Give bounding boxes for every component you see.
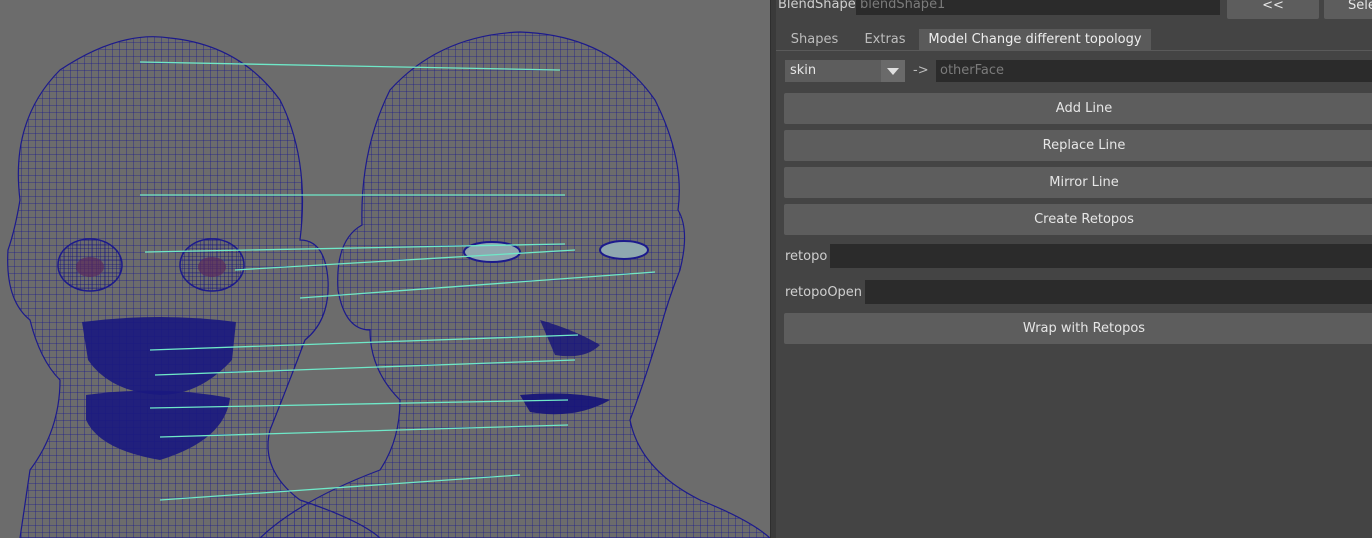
blendshape-field[interactable]: blendShape1 [856,0,1220,15]
retopo-open-field[interactable] [865,280,1372,304]
wrap-with-retopos-button[interactable]: Wrap with Retopos [784,313,1372,344]
tab-bar-divider [776,50,1372,51]
target-mesh-field[interactable]: otherFace [936,60,1372,82]
source-mesh-value: skin [790,63,817,78]
retopo-field[interactable] [830,244,1372,268]
mirror-line-button[interactable]: Mirror Line [784,167,1372,198]
blendshape-label: BlendShape [778,0,856,12]
select-button[interactable]: Sele [1324,0,1372,19]
chevron-down-icon[interactable] [881,60,905,82]
replace-line-button[interactable]: Replace Line [784,130,1372,161]
add-line-button[interactable]: Add Line [784,93,1372,124]
source-mesh-dropdown[interactable]: skin [785,60,905,82]
create-retopos-button[interactable]: Create Retopos [784,204,1372,235]
3d-viewport[interactable] [0,0,770,538]
target-head-mesh [259,31,770,538]
tab-model-change-topology[interactable]: Model Change different topology [919,29,1151,50]
tab-extras[interactable]: Extras [855,29,915,50]
retopo-open-label: retopoOpen [785,285,863,300]
retopo-head-mesh [7,36,381,538]
wireframe-scene [7,31,770,538]
prev-blendshape-button[interactable]: << [1227,0,1319,19]
blendshape-tool-panel: BlendShape blendShape1 << Sele Shapes Ex… [776,0,1372,538]
mapping-arrow: -> [913,63,929,78]
retopo-label: retopo [785,249,828,264]
tab-shapes[interactable]: Shapes [782,29,847,50]
